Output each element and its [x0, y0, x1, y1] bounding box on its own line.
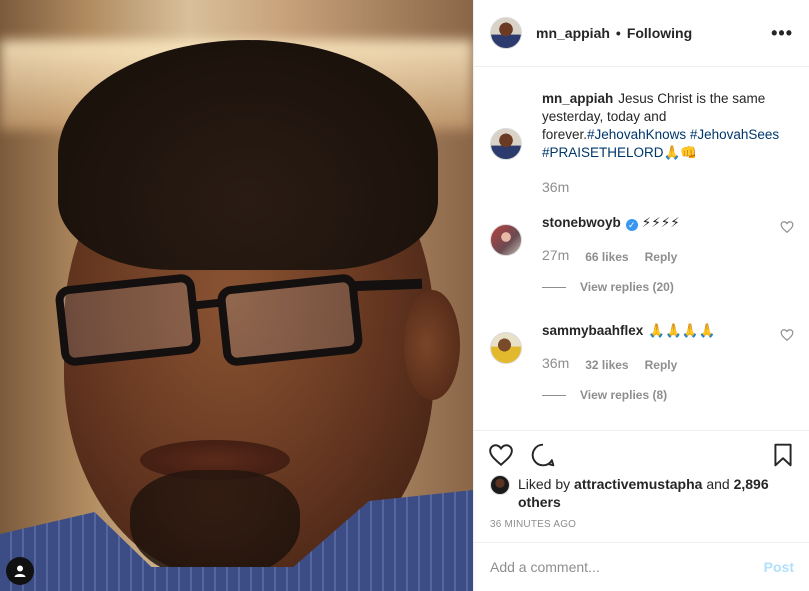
comment-time[interactable]: 36m [542, 354, 569, 374]
commenter-avatar[interactable] [490, 224, 522, 256]
author-avatar[interactable] [490, 17, 522, 49]
post-action-bar [474, 430, 809, 478]
photo-hair [58, 40, 438, 270]
comment-reply-button[interactable]: Reply [645, 354, 678, 374]
bookmark-icon[interactable] [770, 442, 796, 468]
comment-reply-button[interactable]: Reply [645, 246, 678, 266]
comment-text: ⚡⚡⚡⚡ [641, 215, 680, 230]
liker-avatar[interactable] [490, 475, 510, 495]
comment-username[interactable]: sammybaahflex [542, 323, 643, 338]
comment-text: 🙏🙏🙏🙏 [648, 323, 716, 338]
caption-meta: 36m [542, 178, 792, 196]
user-tag-icon[interactable] [6, 557, 34, 585]
comment-likes[interactable]: 32 likes [585, 354, 628, 374]
heart-icon[interactable] [488, 442, 514, 468]
caption-emoji: 🙏👊 [663, 145, 698, 160]
caption: mn_appiah Jesus Christ is the same yester… [490, 90, 794, 200]
comment-item: stonebwoyb ✓ ⚡⚡⚡⚡ 27m 66 likes Reply View … [490, 214, 794, 304]
commenter-avatar[interactable] [490, 332, 522, 364]
view-replies-line [542, 394, 566, 396]
post-side-panel: mn_appiah • Following ••• mn_appiah Jesus… [473, 0, 809, 591]
heart-icon[interactable] [780, 328, 794, 342]
liker-username[interactable]: attractivemustapha [574, 476, 702, 492]
post-header: mn_appiah • Following ••• [474, 0, 809, 67]
comment-icon[interactable] [530, 442, 556, 468]
photo-ear [404, 290, 460, 400]
post-timestamp[interactable]: 36 MINUTES AGO [490, 519, 576, 530]
comment-meta: 27m 66 likes Reply [542, 246, 792, 266]
view-replies-button[interactable]: View replies (8) [542, 388, 667, 402]
author-username[interactable]: mn_appiah [536, 25, 610, 41]
instagram-post-view: mn_appiah • Following ••• mn_appiah Jesus… [0, 0, 809, 591]
comment-item: sammybaahflex 🙏🙏🙏🙏 36m 32 likes Reply Vie… [490, 322, 794, 412]
add-comment-bar: Post [474, 542, 809, 591]
photo-glasses-left-lens [54, 272, 202, 368]
user-tag-glyph [14, 565, 26, 577]
caption-username[interactable]: mn_appiah [542, 91, 613, 106]
liked-by-conjunction: and [706, 476, 730, 492]
caption-body: mn_appiah Jesus Christ is the same yester… [542, 90, 792, 196]
caption-time[interactable]: 36m [542, 178, 569, 196]
comment-meta: 36m 32 likes Reply [542, 354, 792, 374]
comment-likes[interactable]: 66 likes [585, 246, 628, 266]
view-replies-line [542, 286, 566, 288]
liked-by-prefix: Liked by [518, 476, 571, 492]
more-options-icon[interactable]: ••• [771, 24, 793, 42]
follow-status-button[interactable]: Following [627, 25, 692, 41]
view-replies-label: View replies (20) [580, 280, 674, 294]
liked-by-summary: Liked by attractivemustapha and 2,896 ot… [490, 475, 790, 511]
comment-username[interactable]: stonebwoyb [542, 215, 621, 230]
liked-by-text: Liked by attractivemustapha and 2,896 ot… [518, 475, 790, 511]
photo-glasses-right-lens [216, 272, 364, 368]
post-comment-button[interactable]: Post [764, 559, 794, 575]
comment-time[interactable]: 27m [542, 246, 569, 266]
photo-beard [130, 470, 300, 580]
heart-icon[interactable] [780, 220, 794, 234]
comment-input[interactable] [490, 559, 764, 575]
comment-body: stonebwoyb ✓ ⚡⚡⚡⚡ 27m 66 likes Reply [542, 214, 792, 266]
verified-badge-icon: ✓ [625, 219, 638, 231]
view-replies-label: View replies (8) [580, 388, 668, 402]
comment-body: sammybaahflex 🙏🙏🙏🙏 36m 32 likes Reply [542, 322, 792, 374]
view-replies-button[interactable]: View replies (20) [542, 280, 674, 294]
separator-dot: • [615, 25, 621, 41]
caption-author-avatar[interactable] [490, 128, 522, 160]
post-photo[interactable] [0, 0, 473, 591]
comments-list: mn_appiah Jesus Christ is the same yester… [474, 68, 809, 429]
